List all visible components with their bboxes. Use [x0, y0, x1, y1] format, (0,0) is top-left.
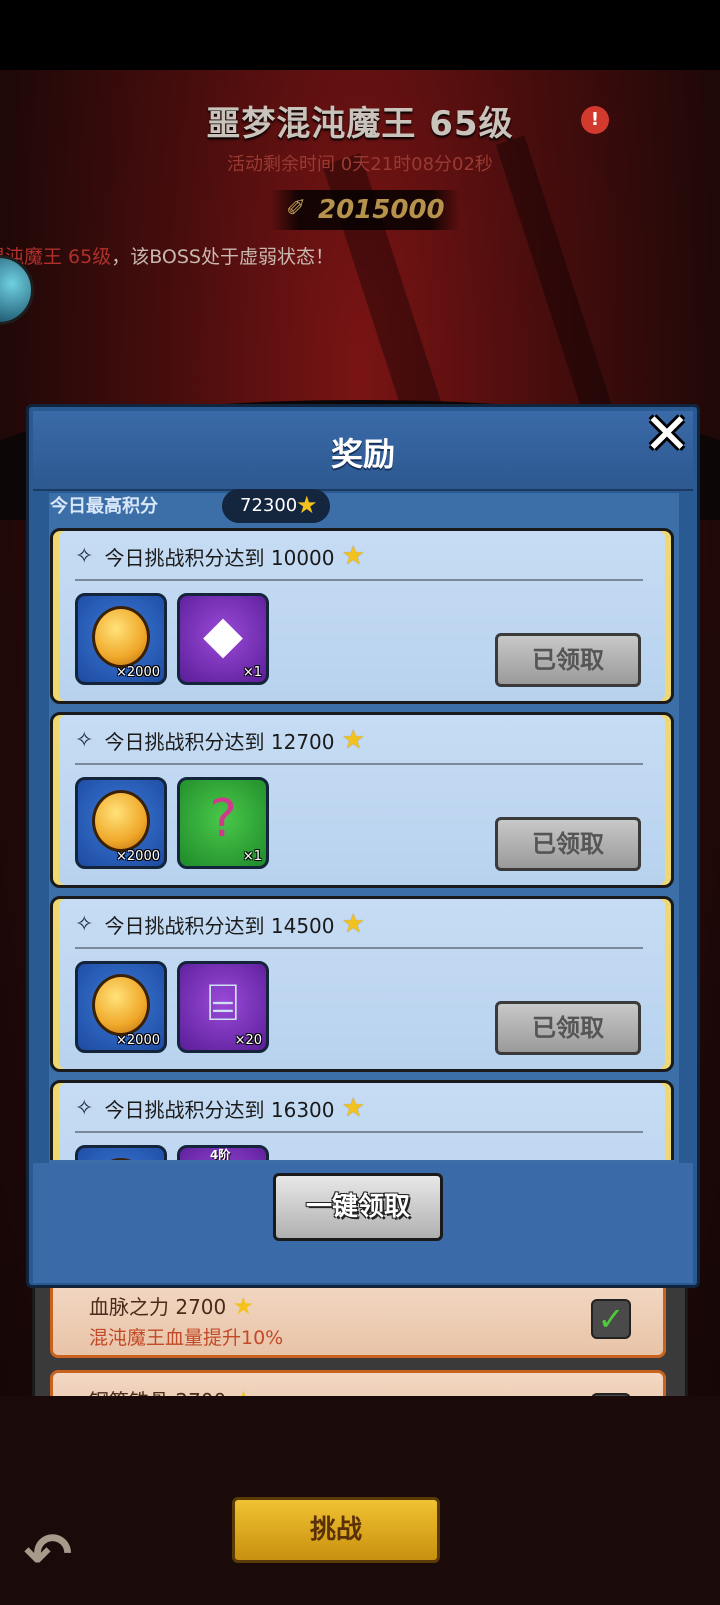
reward-item[interactable]: ⌸ ×20: [177, 961, 269, 1053]
star-icon: ★: [341, 1093, 365, 1123]
boss-title: 噩梦混沌魔王 65级: [206, 104, 514, 144]
reward-item[interactable]: ◆ ×1: [177, 593, 269, 685]
boss-status-text: ，该BOSS处于虚弱状态！: [111, 246, 334, 268]
star-icon: ★: [341, 725, 365, 755]
reward-item[interactable]: ×2000: [75, 777, 167, 869]
reward-item[interactable]: ×2000: [75, 593, 167, 685]
reward-card: ✧ 今日挑战积分达到 14500 ★ ×2000 ⌸ ×20 已领取: [50, 896, 674, 1072]
sparkle-icon: ✧: [75, 727, 94, 753]
item-quantity: ×2000: [116, 665, 160, 680]
gold-coin-icon: [92, 606, 150, 668]
reward-item[interactable]: ×2000: [75, 961, 167, 1053]
star-icon: ★: [296, 491, 318, 519]
item-quantity: ×2000: [116, 1033, 160, 1048]
gold-coin-icon: [92, 974, 150, 1036]
modal-header: 奖励: [33, 411, 693, 491]
boss-score-bar: ✐ 2015000: [270, 190, 460, 230]
divider: [75, 947, 643, 949]
alert-icon[interactable]: !: [581, 106, 609, 134]
reward-requirement: 今日挑战积分达到 12700: [104, 729, 335, 754]
divider: [75, 763, 643, 765]
claim-all-button[interactable]: 一键领取: [273, 1173, 443, 1241]
star-icon: ★: [341, 541, 365, 571]
modal-title: 奖励: [330, 435, 395, 473]
scroll-icon: ⌸: [207, 973, 239, 1033]
sparkle-icon: ✧: [75, 911, 94, 937]
claimed-button[interactable]: 已领取: [495, 817, 641, 871]
status-bar: [0, 0, 720, 70]
divider: [75, 1131, 643, 1133]
star-icon: ★: [232, 1292, 255, 1320]
close-icon[interactable]: ✕: [637, 405, 697, 465]
reward-requirement: 今日挑战积分达到 10000: [104, 545, 335, 570]
gold-coin-icon: [92, 790, 150, 852]
gold-coin-icon: [92, 1158, 150, 1160]
item-quantity: ×1: [242, 665, 262, 680]
checkbox-checked-icon[interactable]: ✓: [591, 1299, 631, 1339]
item-quantity: ×2000: [116, 849, 160, 864]
item-quantity: ×1: [242, 849, 262, 864]
item-quantity: ×20: [234, 1033, 262, 1048]
mystery-box-icon: ?: [209, 789, 237, 849]
sword-icon: ✐: [286, 194, 307, 222]
reward-card: ✧ 今日挑战积分达到 16300 ★ ✦ 4阶: [50, 1080, 674, 1160]
claimed-button[interactable]: 已领取: [495, 1001, 641, 1055]
divider: [75, 579, 643, 581]
reward-card: ✧ 今日挑战积分达到 12700 ★ ×2000 ? ×1 已领取: [50, 712, 674, 888]
best-score-pill: 72300 ★: [222, 489, 330, 523]
buff-description: 混沌魔王血量提升10%: [89, 1327, 284, 1349]
boss-score: 2015000: [318, 195, 445, 225]
sparkle-icon: ✧: [75, 543, 94, 569]
buff-row[interactable]: 血脉之力 2700 ★ 混沌魔王血量提升10% ✓: [50, 1276, 666, 1358]
reward-item[interactable]: ✦ 4阶: [177, 1145, 269, 1160]
reward-requirement: 今日挑战积分达到 16300: [104, 1097, 335, 1122]
dark-crystal-icon: ◆: [203, 605, 243, 665]
reward-requirement: 今日挑战积分达到 14500: [104, 913, 335, 938]
star-icon: ★: [341, 909, 365, 939]
event-timer: 活动剩余时间 0天21时08分02秒: [227, 154, 493, 175]
challenge-button[interactable]: 挑战: [232, 1497, 440, 1563]
reward-list[interactable]: ✧ 今日挑战积分达到 10000 ★ ×2000 ◆ ×1 已领取 ✧ 今日挑战…: [50, 528, 674, 1160]
best-score-label: 今日最高积分: [50, 496, 158, 517]
tier-tag: 4阶: [210, 1148, 231, 1160]
back-arrow-icon[interactable]: ↶: [14, 1520, 82, 1588]
boss-status-message: 混沌魔王 65级，该BOSS处于虚弱状态！: [0, 242, 334, 269]
best-score-value: 72300: [240, 495, 298, 516]
modal-footer: 一键领取: [33, 1163, 693, 1283]
reward-item[interactable]: ? ×1: [177, 777, 269, 869]
buff-name: 血脉之力 2700: [89, 1295, 227, 1319]
claimed-button[interactable]: 已领取: [495, 633, 641, 687]
sparkle-icon: ✧: [75, 1095, 94, 1121]
reward-card: ✧ 今日挑战积分达到 10000 ★ ×2000 ◆ ×1 已领取: [50, 528, 674, 704]
reward-item[interactable]: [75, 1145, 167, 1160]
